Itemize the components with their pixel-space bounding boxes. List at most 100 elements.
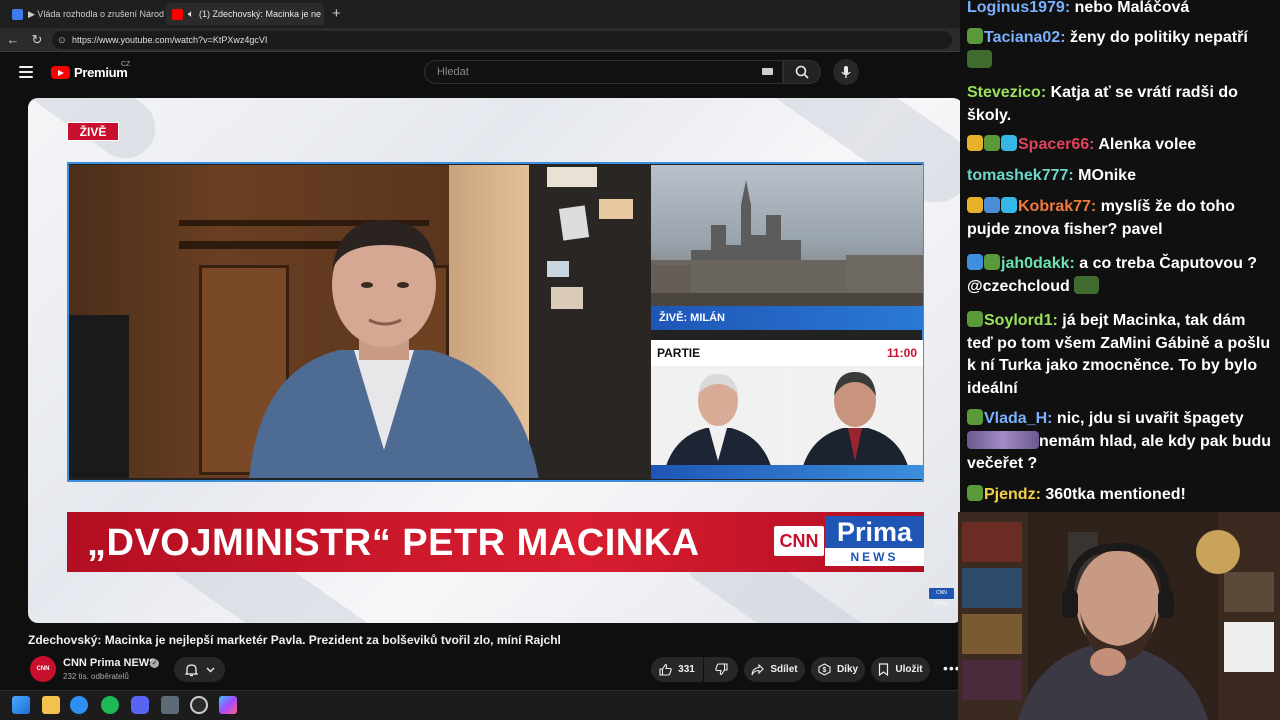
thumbs-down-icon — [714, 663, 728, 676]
program-guests — [651, 366, 923, 478]
chat-username[interactable]: Taciana02 — [984, 29, 1060, 46]
obs-icon[interactable] — [190, 696, 208, 714]
chat-message: Stevezico: Katja ať se vrátí radši do šk… — [967, 84, 1238, 124]
search-input[interactable]: Hledat — [424, 60, 783, 84]
reload-icon[interactable]: ↻ — [28, 31, 46, 49]
chat-text: Alenka volee — [1098, 136, 1197, 153]
chat-username[interactable]: tomashek777 — [967, 167, 1068, 184]
chat-message: Vlada_H: nic, jdu si uvařit špagety nemám… — [967, 409, 1272, 472]
notifications-button[interactable] — [174, 657, 225, 682]
chat-message: Soylord1: já bejt Macinka, tak dám teď p… — [967, 311, 1271, 397]
pepe-emote-icon — [1074, 275, 1100, 294]
chat-text: nebo Maláčová — [1074, 0, 1190, 16]
site-info-icon[interactable]: ⊙ — [58, 31, 66, 49]
file-explorer-icon[interactable] — [42, 696, 60, 714]
chat-username[interactable]: Loginus1979 — [967, 0, 1065, 16]
windows-start-icon[interactable] — [12, 696, 30, 714]
youtube-logo[interactable]: Premium — [51, 65, 128, 80]
note — [599, 199, 633, 219]
tab-title: ▶ Vláda rozhodla o zrušení Národ — [28, 8, 164, 19]
chat-username[interactable]: Kobrak77 — [1018, 198, 1091, 215]
back-icon[interactable]: ← — [4, 31, 22, 49]
copilot-icon[interactable] — [219, 696, 237, 714]
save-label: Uložit — [895, 664, 923, 675]
search-placeholder: Hledat — [437, 66, 469, 78]
program-bar: PARTIE 11:00 — [651, 340, 923, 366]
photo — [551, 287, 583, 309]
channel-watermark: CNN Prima — [929, 588, 954, 607]
channel-avatar[interactable]: CNN Prima — [30, 656, 56, 698]
chat-username[interactable]: Soylord1 — [984, 312, 1052, 329]
chat-message: jah0dakk: a co treba Čaputovou ? @czechc… — [967, 254, 1258, 295]
prima-logo-top: Prima — [825, 516, 924, 548]
pepe-emote-icon — [967, 49, 992, 68]
chat-username[interactable]: jah0dakk — [1001, 255, 1069, 272]
headline-text: „DVOJMINISTR“ PETR MACINKA — [87, 522, 700, 564]
youtube-play-icon — [51, 66, 70, 79]
new-tab-icon[interactable]: + — [332, 5, 341, 22]
bell-icon — [184, 663, 198, 676]
thanks-button[interactable]: $ Díky — [811, 657, 865, 682]
dislike-button[interactable] — [704, 657, 738, 682]
streamer-webcam — [958, 512, 1280, 720]
youtube-brand: Premium — [74, 65, 128, 80]
screen: ▶ Vláda rozhodla o zrušení Národ ✕ 🔈︎ (1… — [0, 0, 1280, 720]
svg-text:$: $ — [822, 667, 826, 674]
share-icon — [751, 663, 765, 675]
guest-camera-feed — [69, 165, 651, 478]
tab-bar: ▶ Vláda rozhodla o zrušení Národ ✕ 🔈︎ (1… — [0, 0, 960, 28]
spotify-icon[interactable] — [101, 696, 119, 714]
milan-cathedral-image — [651, 180, 923, 308]
gem-badge-icon — [1001, 135, 1017, 151]
discord-icon[interactable] — [131, 696, 149, 714]
chat-username[interactable]: Pjendz — [984, 486, 1036, 503]
prima-news-logo: Prima NEWS — [825, 516, 924, 566]
channel-name[interactable]: CNN Prima NEWS — [63, 657, 157, 669]
video-title: Zdechovský: Macinka je nejlepší marketér… — [28, 633, 561, 647]
thanks-icon: $ — [818, 663, 831, 676]
dancing-emote-icon — [967, 430, 1039, 449]
crown-badge-icon — [967, 135, 983, 151]
bits-badge-icon — [984, 197, 1000, 213]
save-button[interactable]: Uložit — [871, 657, 930, 682]
chat-text: MOnike — [1078, 167, 1136, 184]
edge-browser-icon[interactable] — [70, 696, 88, 714]
tab-zdechovsky[interactable]: 🔈︎ (1) Zdechovský: Macinka je ne ✕ — [166, 3, 324, 25]
search-icon — [795, 65, 809, 79]
bookmark-icon — [879, 663, 889, 676]
television — [69, 315, 129, 478]
keyboard-icon[interactable] — [762, 68, 773, 75]
chat-username[interactable]: Spacer66 — [1018, 136, 1089, 153]
calculator-icon[interactable] — [161, 696, 179, 714]
chevron-down-icon — [206, 667, 214, 672]
speaker-icon[interactable]: 🔈︎ — [188, 9, 194, 20]
chat-username[interactable]: Stevezico — [967, 84, 1041, 101]
city-label: ŽIVĚ: MILÁN — [651, 306, 923, 330]
share-button[interactable]: Sdílet — [744, 657, 805, 682]
hamburger-menu-icon[interactable] — [19, 66, 33, 78]
chat-message: Spacer66: Alenka volee — [967, 134, 1273, 157]
search-button[interactable] — [783, 60, 821, 84]
chat-username[interactable]: Vlada_H — [984, 410, 1047, 427]
program-accent-bar — [651, 465, 923, 479]
tab-title: (1) Zdechovský: Macinka je ne — [199, 9, 322, 19]
chat-message: Pjendz: 360tka mentioned! — [967, 484, 1273, 507]
subscriber-count: 232 tis. odběratelů — [63, 672, 129, 681]
voice-search-button[interactable] — [833, 59, 859, 85]
url-field[interactable]: ⊙ https://www.youtube.com/watch?v=KtPXwz… — [52, 31, 952, 49]
thumbs-up-icon — [659, 663, 672, 676]
youtube-favicon-icon — [172, 8, 183, 20]
gem-badge-icon — [1001, 197, 1017, 213]
sub-badge-icon — [967, 28, 983, 44]
country-code: CZ — [121, 61, 131, 68]
chat-message: Loginus1979: nebo Maláčová — [967, 0, 1190, 16]
milan-live-feed — [651, 165, 923, 308]
video-player[interactable]: ŽIVĚ ŽIVĚ: MILÁN PARTIE 11:00 „DVOJMINIS… — [28, 98, 963, 623]
guest-person — [249, 220, 539, 478]
chat-text: nic, jdu si uvařit špagety — [1056, 410, 1244, 427]
like-button[interactable]: 331 — [651, 657, 703, 682]
sub-badge-icon — [967, 311, 983, 327]
tab-vlada[interactable]: ▶ Vláda rozhodla o zrušení Národ ✕ — [6, 3, 164, 25]
thanks-label: Díky — [836, 664, 859, 675]
note — [547, 167, 597, 187]
